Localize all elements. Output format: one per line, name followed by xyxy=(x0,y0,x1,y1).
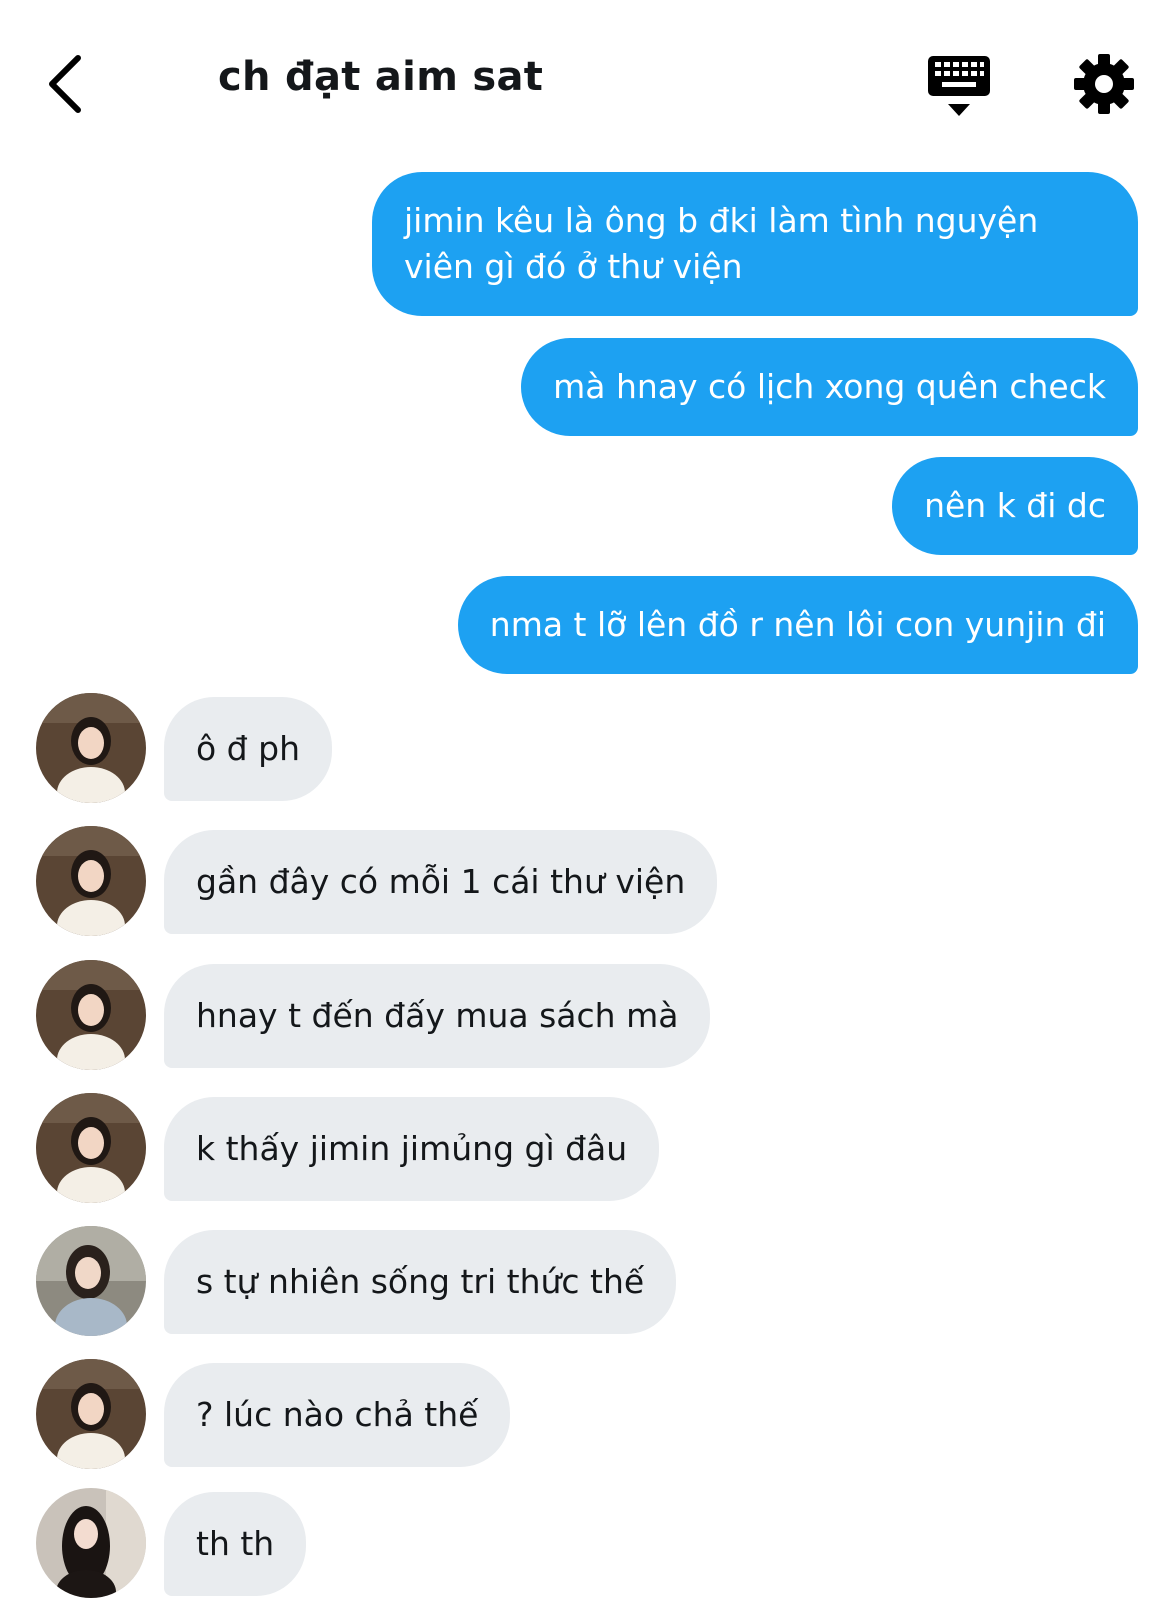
avatar[interactable] xyxy=(36,1488,146,1598)
gear-icon xyxy=(1074,54,1134,114)
avatar-photo-icon xyxy=(36,1488,146,1598)
chat-header: ch đạt aim sat xyxy=(0,0,1170,150)
avatar-photo-icon xyxy=(36,693,146,803)
message-bubble-outgoing[interactable]: jimin kêu là ông b đki làm tình nguyện v… xyxy=(372,172,1138,316)
avatar[interactable] xyxy=(36,1226,146,1336)
avatar-photo-icon xyxy=(36,960,146,1070)
keyboard-icon xyxy=(928,56,990,116)
avatar-photo-icon xyxy=(36,1226,146,1336)
message-bubble-incoming[interactable]: s tự nhiên sống tri thức thế xyxy=(164,1230,677,1334)
chevron-left-icon xyxy=(49,55,81,113)
avatar-photo-icon xyxy=(36,826,146,936)
settings-button[interactable] xyxy=(1070,50,1138,118)
avatar[interactable] xyxy=(36,1093,146,1203)
avatar[interactable] xyxy=(36,1359,146,1469)
message-bubble-incoming[interactable]: gần đây có mỗi 1 cái thư viện xyxy=(164,830,718,934)
avatar[interactable] xyxy=(36,693,146,803)
avatar[interactable] xyxy=(36,960,146,1070)
message-bubble-outgoing[interactable]: mà hnay có lịch xong quên check xyxy=(521,338,1138,436)
message-bubble-outgoing[interactable]: nma t lỡ lên đồ r nên lôi con yunjin đi xyxy=(457,576,1138,674)
avatar[interactable] xyxy=(36,826,146,936)
avatar-photo-icon xyxy=(36,1359,146,1469)
message-bubble-incoming[interactable]: th th xyxy=(164,1492,307,1596)
avatar-photo-icon xyxy=(36,1093,146,1203)
conversation-title[interactable]: ch đạt aim sat xyxy=(218,54,543,100)
back-button[interactable] xyxy=(40,50,100,120)
message-bubble-outgoing[interactable]: nên k đi dc xyxy=(892,457,1138,555)
message-bubble-incoming[interactable]: ô đ ph xyxy=(164,697,332,801)
message-bubble-incoming[interactable]: k thấy jimin jimủng gì đâu xyxy=(164,1097,660,1201)
keyboard-toggle-button[interactable] xyxy=(926,52,992,122)
message-bubble-incoming[interactable]: ? lúc nào chả thế xyxy=(164,1363,511,1467)
message-bubble-incoming[interactable]: hnay t đến đấy mua sách mà xyxy=(164,964,711,1068)
